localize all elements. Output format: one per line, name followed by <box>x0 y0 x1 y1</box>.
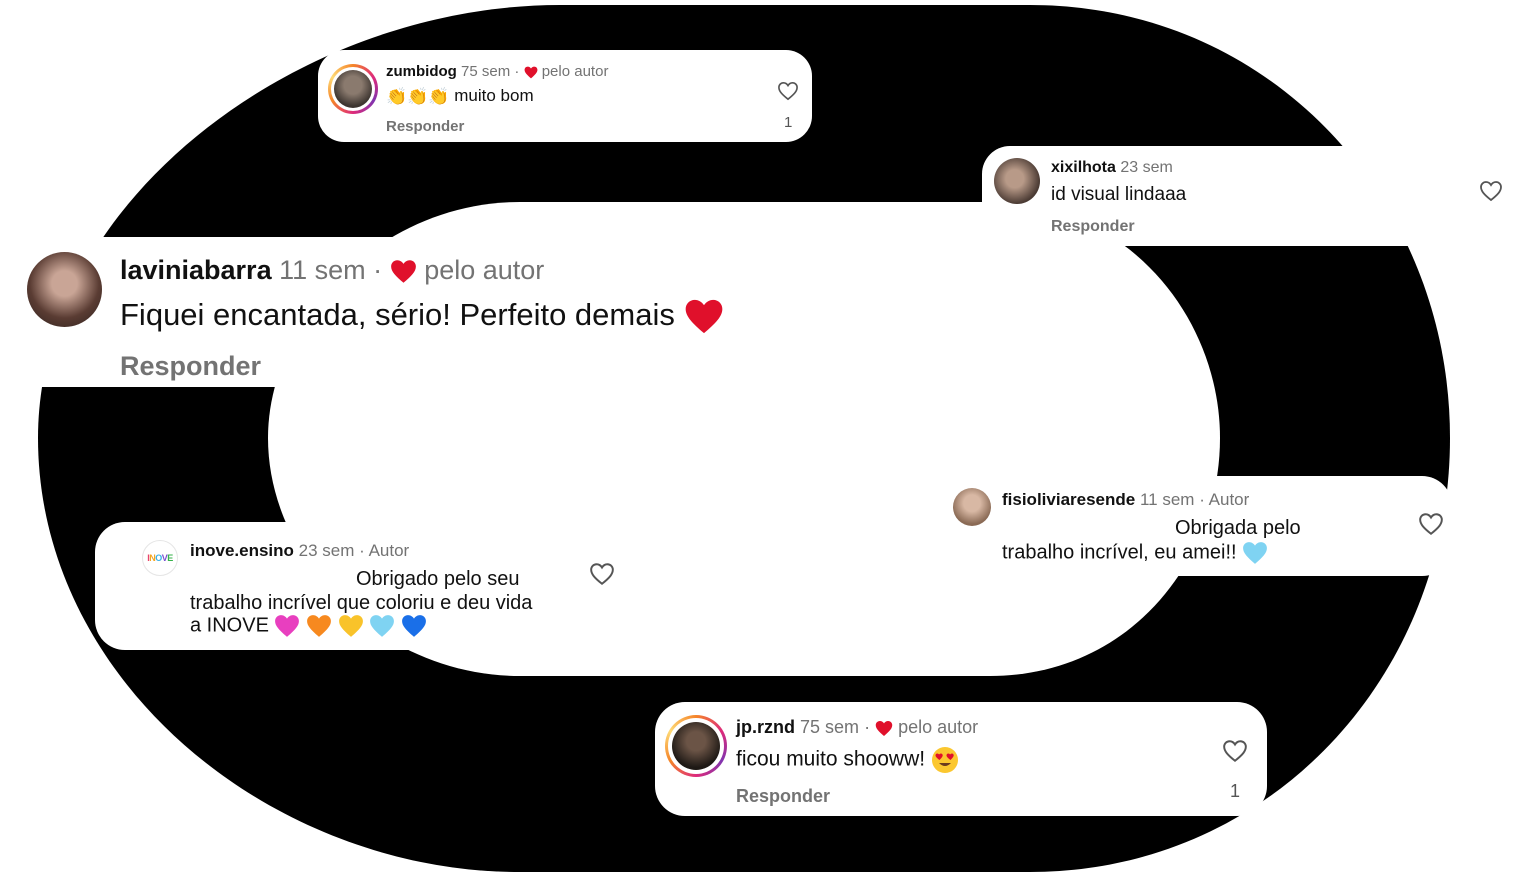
pink-heart-icon <box>275 615 300 637</box>
comment-age: 23 sem <box>1120 159 1173 176</box>
comment-body: muito bom <box>454 86 534 105</box>
author-tag: pelo autor <box>541 63 609 80</box>
comment-text: 👏👏👏 muito bom <box>386 86 534 107</box>
comment-card-jp-rznd: jp.rznd 75 sem · pelo autor ficou muito … <box>655 702 1267 816</box>
username[interactable]: zumbidog <box>386 63 457 80</box>
red-heart-icon <box>685 300 722 334</box>
like-heart-icon[interactable] <box>1418 512 1444 536</box>
light-blue-heart-icon <box>370 615 395 637</box>
avatar[interactable] <box>953 488 991 526</box>
comment-text-line-2: trabalho incrível, eu amei!! <box>1002 541 1268 565</box>
comment-text: Fiquei encantada, sério! Perfeito demais <box>120 297 724 335</box>
avatar[interactable]: INOVE <box>142 540 178 576</box>
reply-button[interactable]: Responder <box>736 786 830 807</box>
comment-text-line-3: a INOVE <box>190 614 427 638</box>
blue-heart-icon <box>401 615 426 637</box>
inove-logo-icon: INOVE <box>147 553 173 563</box>
comment-header: jp.rznd 75 sem · pelo autor <box>736 717 978 738</box>
comment-card-inove-ensino: INOVE inove.ensino 23 sem · Autor Obriga… <box>95 522 640 650</box>
comment-age: 75 sem <box>461 63 511 80</box>
comment-card-xixilhota: xixilhota 23 sem id visual lindaaa Respo… <box>982 146 1523 246</box>
comment-body: Fiquei encantada, sério! Perfeito demais <box>120 297 675 332</box>
author-tag: pelo autor <box>898 717 979 737</box>
avatar[interactable] <box>331 67 375 111</box>
username[interactable]: jp.rznd <box>736 717 795 737</box>
light-blue-heart-icon <box>1243 542 1268 564</box>
comment-body-line-1: Obrigado pelo seu <box>356 568 520 590</box>
author-tag: · Autor <box>359 541 410 560</box>
avatar[interactable] <box>27 252 102 327</box>
username[interactable]: fisioliviaresende <box>1002 490 1135 509</box>
reply-button[interactable]: Responder <box>386 118 464 135</box>
like-heart-icon[interactable] <box>777 81 799 101</box>
username[interactable]: inove.ensino <box>190 541 294 560</box>
like-heart-icon[interactable] <box>1222 739 1248 763</box>
comment-body-line-3: a INOVE <box>190 614 269 637</box>
username[interactable]: xixilhota <box>1051 159 1116 176</box>
comment-body: ficou muito shooww! <box>736 747 926 771</box>
comment-card-zumbidog: zumbidog 75 sem · pelo autor 👏👏👏 muito b… <box>318 50 812 142</box>
yellow-heart-icon <box>338 615 363 637</box>
comment-header: fisioliviaresende 11 sem · Autor <box>1002 490 1249 510</box>
reply-button[interactable]: Responder <box>1051 218 1135 236</box>
reply-button[interactable]: Responder <box>120 351 261 382</box>
comment-age: 11 sem <box>1139 490 1195 509</box>
separator: · <box>514 63 520 80</box>
clapping-hands-icon: 👏👏👏 <box>386 86 450 106</box>
separator: · <box>373 255 383 285</box>
comment-body-line-2: trabalho incrível que coloriu e deu vida <box>190 592 533 614</box>
comment-header: inove.ensino 23 sem · Autor <box>190 541 409 561</box>
comment-body-line-2: trabalho incrível, eu amei!! <box>1002 541 1237 564</box>
author-tag: pelo autor <box>424 255 545 285</box>
like-count: 1 <box>784 114 793 131</box>
author-liked-heart-icon <box>524 66 537 78</box>
comment-header: zumbidog 75 sem · pelo autor <box>386 63 608 80</box>
orange-heart-icon <box>307 615 331 637</box>
author-liked-heart-icon <box>875 720 893 736</box>
comment-age: 11 sem <box>279 255 366 285</box>
comment-age: 23 sem <box>298 541 355 560</box>
heart-eyes-face-icon <box>931 747 958 773</box>
separator: · <box>864 717 871 737</box>
avatar[interactable] <box>668 718 724 774</box>
comment-age: 75 sem <box>800 717 860 737</box>
comment-header: xixilhota 23 sem <box>1051 159 1173 177</box>
like-count: 1 <box>1230 781 1241 801</box>
avatar[interactable] <box>994 158 1040 204</box>
comment-body-line-1: Obrigada pelo <box>1175 517 1301 539</box>
author-liked-heart-icon <box>390 260 416 284</box>
comment-text: ficou muito shooww! <box>736 746 959 774</box>
author-tag: · Autor <box>1199 490 1250 509</box>
comment-card-laviniabarra: laviniabarra 11 sem · pelo autor Fiquei … <box>0 237 790 387</box>
comment-header: laviniabarra 11 sem · pelo autor <box>120 255 544 286</box>
comment-card-fisioliviaresende: fisioliviaresende 11 sem · Autor Obrigad… <box>940 476 1452 576</box>
like-heart-icon[interactable] <box>1479 180 1503 202</box>
username[interactable]: laviniabarra <box>120 255 272 285</box>
like-heart-icon[interactable] <box>589 562 615 586</box>
comment-body: id visual lindaaa <box>1051 184 1187 205</box>
